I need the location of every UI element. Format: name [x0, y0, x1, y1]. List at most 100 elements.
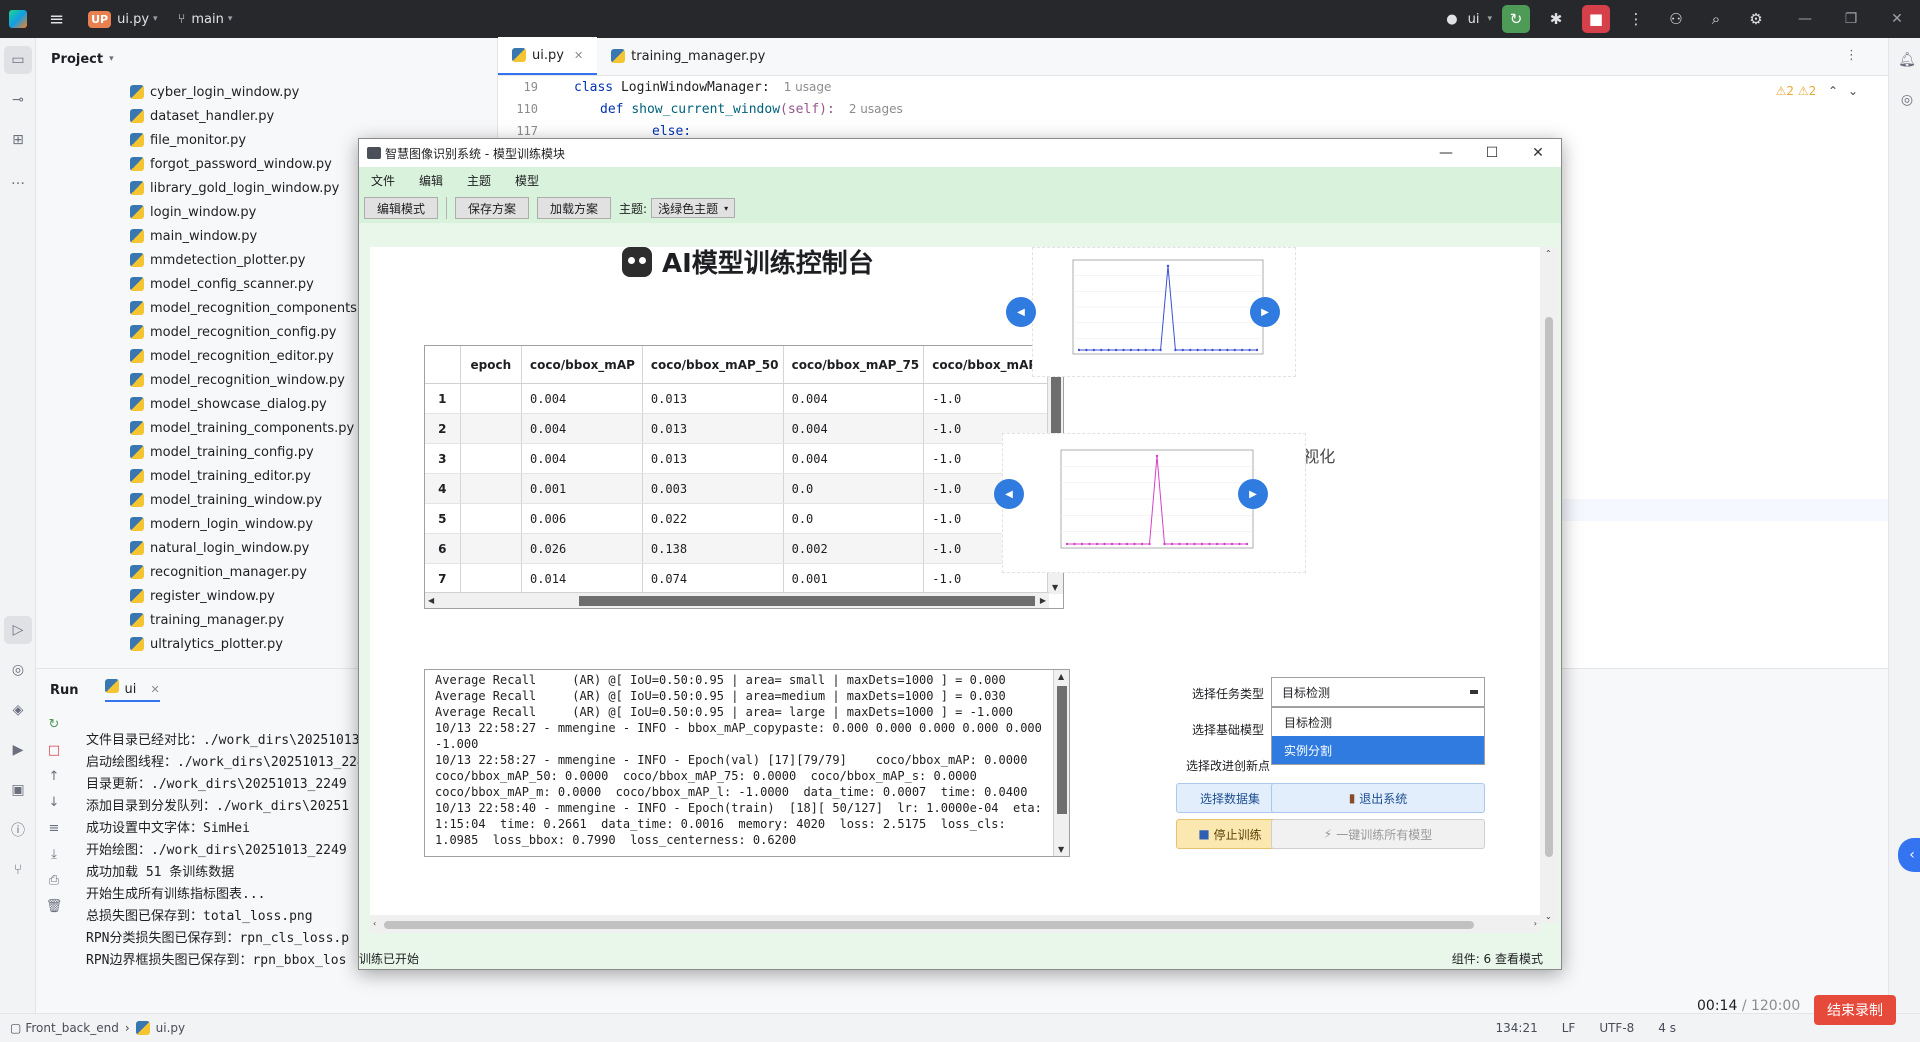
search-icon[interactable]: ⌕ — [1702, 5, 1730, 33]
scroll-up-icon[interactable]: ▲ — [1058, 672, 1064, 681]
next-chart-button[interactable]: ▶ — [1238, 479, 1268, 509]
run-tab-ui[interactable]: ui ✕ — [104, 678, 160, 702]
add-user-icon[interactable]: ⚇ — [1662, 5, 1690, 33]
run-config-name[interactable]: ui — [1468, 12, 1480, 27]
layers-icon[interactable]: ◈ — [4, 696, 32, 724]
stop-icon[interactable]: ■ — [1582, 5, 1610, 33]
stop-training-button[interactable]: ■ 停止训练 — [1176, 819, 1284, 849]
table-cell[interactable]: 0.014 — [522, 564, 643, 593]
tab-training-manager-py[interactable]: training_manager.py — [597, 37, 779, 75]
scrollbar-thumb[interactable] — [1057, 686, 1067, 814]
table-cell[interactable]: 0.004 — [522, 444, 643, 473]
table-cell[interactable]: 0.0 — [784, 504, 925, 533]
row-header[interactable]: 4 — [425, 474, 461, 503]
file-tree-item[interactable]: dataset_handler.py — [36, 104, 497, 128]
scroll-right-icon[interactable]: › — [1534, 919, 1537, 928]
theme-select[interactable]: 浅绿色主题 ▾ — [651, 198, 736, 218]
cursor-position[interactable]: 134:21 — [1496, 1021, 1538, 1035]
table-row[interactable]: 6 0.026 0.138 0.002 -1.0 — [425, 534, 1063, 564]
row-header[interactable]: 3 — [425, 444, 461, 473]
maximize-icon[interactable]: ☐ — [1469, 139, 1515, 167]
git-icon[interactable]: ⑂ — [4, 856, 32, 884]
run-tool-icon[interactable]: ▷ — [4, 616, 32, 644]
chevron-down-icon[interactable]: ▾ — [153, 14, 158, 24]
table-cell[interactable]: 0.013 — [643, 384, 784, 413]
file-encoding[interactable]: UTF-8 — [1599, 1021, 1634, 1035]
project-panel-header[interactable]: Project ▾ — [36, 38, 497, 80]
table-cell[interactable] — [461, 384, 523, 413]
code-line[interactable]: 19 class LoginWindowManager: 1 usage — [498, 76, 1888, 98]
table-row[interactable]: 4 0.001 0.003 0.0 -1.0 — [425, 474, 1063, 504]
close-tab-icon[interactable]: ✕ — [151, 683, 160, 696]
scrollbar-thumb[interactable] — [579, 596, 1035, 606]
table-cell[interactable] — [461, 444, 523, 473]
gear-icon[interactable]: ⚙ — [1742, 5, 1770, 33]
task-type-select[interactable]: 目标检测 — [1271, 677, 1485, 707]
scroll-to-end-icon[interactable]: ⤓ — [36, 841, 72, 867]
table-cell[interactable]: 0.004 — [522, 384, 643, 413]
minimize-icon[interactable]: — — [1423, 139, 1469, 167]
project-badge[interactable]: UP — [88, 10, 112, 28]
load-plan-button[interactable]: 加载方案 — [537, 197, 612, 219]
trash-icon[interactable]: 🗑︎ — [36, 893, 72, 919]
save-plan-button[interactable]: 保存方案 — [455, 197, 530, 219]
table-row[interactable]: 3 0.004 0.013 0.004 -1.0 — [425, 444, 1063, 474]
menu-file[interactable]: 文件 — [371, 172, 395, 189]
prev-chart-button[interactable]: ◀ — [994, 479, 1024, 509]
more-tools-icon[interactable]: … — [4, 166, 32, 194]
usage-hint[interactable]: 2 usages — [849, 102, 903, 116]
table-row[interactable]: 1 0.004 0.013 0.004 -1.0 — [425, 384, 1063, 414]
training-log[interactable]: Average Recall (AR) @[ IoU=0.50:0.95 | a… — [424, 669, 1070, 857]
problems-icon[interactable]: ⓘ — [4, 816, 32, 844]
scroll-left-icon[interactable]: ‹ — [373, 919, 376, 928]
table-header-corner[interactable] — [425, 346, 461, 383]
project-file-name[interactable]: ui.py — [117, 12, 149, 27]
table-cell[interactable] — [461, 474, 523, 503]
more-tabs-icon[interactable]: ⋮ — [1845, 48, 1858, 63]
table-cell[interactable]: 0.138 — [643, 534, 784, 563]
app-vertical-scrollbar[interactable]: ⌃ ⌄ — [1540, 247, 1558, 923]
table-cell[interactable]: 0.006 — [522, 504, 643, 533]
branch-name[interactable]: main — [191, 12, 223, 27]
table-cell[interactable]: 0.004 — [784, 384, 925, 413]
app-horizontal-scrollbar[interactable]: ‹ › — [370, 915, 1540, 933]
scroll-right-icon[interactable]: ▶ — [1040, 596, 1046, 605]
table-cell[interactable] — [461, 504, 523, 533]
chevron-down-icon[interactable]: ▾ — [1487, 14, 1492, 24]
table-header[interactable]: epoch — [461, 346, 523, 383]
table-header[interactable]: coco/bbox_mAP_75 — [784, 346, 925, 383]
row-header[interactable]: 5 — [425, 504, 461, 533]
row-header[interactable]: 2 — [425, 414, 461, 443]
usage-hint[interactable]: 1 usage — [784, 80, 832, 94]
chevron-down-icon[interactable]: ⌄ — [1848, 84, 1858, 98]
close-icon[interactable]: ✕ — [1874, 11, 1920, 27]
metrics-table[interactable]: epoch coco/bbox_mAP coco/bbox_mAP_50 coc… — [424, 345, 1064, 609]
scroll-up-icon[interactable]: ↑ — [36, 763, 72, 789]
minimize-icon[interactable]: — — [1782, 11, 1828, 27]
ai-assistant-icon[interactable]: ◎ — [1893, 86, 1920, 114]
print-icon[interactable]: ⎙ — [36, 867, 72, 893]
table-cell[interactable]: 0.002 — [784, 534, 925, 563]
services-icon[interactable]: ▶ — [4, 736, 32, 764]
table-header[interactable]: coco/bbox_mAP_50 — [643, 346, 784, 383]
table-row[interactable]: 5 0.006 0.022 0.0 -1.0 — [425, 504, 1063, 534]
menu-theme[interactable]: 主题 — [467, 172, 491, 189]
menu-model[interactable]: 模型 — [515, 172, 539, 189]
menu-edit[interactable]: 编辑 — [419, 172, 443, 189]
table-cell[interactable]: 0.001 — [522, 474, 643, 503]
main-menu-icon[interactable]: ≡ — [49, 9, 64, 30]
table-cell[interactable]: 0.074 — [643, 564, 784, 593]
tab-ui-py[interactable]: ui.py ✕ — [498, 37, 598, 75]
scroll-up-icon[interactable]: ⌃ — [1545, 249, 1552, 258]
table-cell[interactable] — [461, 534, 523, 563]
table-cell[interactable]: 0.022 — [643, 504, 784, 533]
table-cell[interactable]: 0.004 — [784, 414, 925, 443]
debug-icon[interactable]: ✱ — [1542, 5, 1570, 33]
table-row[interactable]: 2 0.004 0.013 0.004 -1.0 — [425, 414, 1063, 444]
stop-icon[interactable]: □ — [36, 737, 72, 763]
row-header[interactable]: 1 — [425, 384, 461, 413]
prev-chart-button[interactable]: ◀ — [1006, 297, 1036, 327]
log-vertical-scrollbar[interactable]: ▲ ▼ — [1053, 670, 1069, 856]
table-cell[interactable] — [461, 564, 523, 593]
row-header[interactable]: 6 — [425, 534, 461, 563]
